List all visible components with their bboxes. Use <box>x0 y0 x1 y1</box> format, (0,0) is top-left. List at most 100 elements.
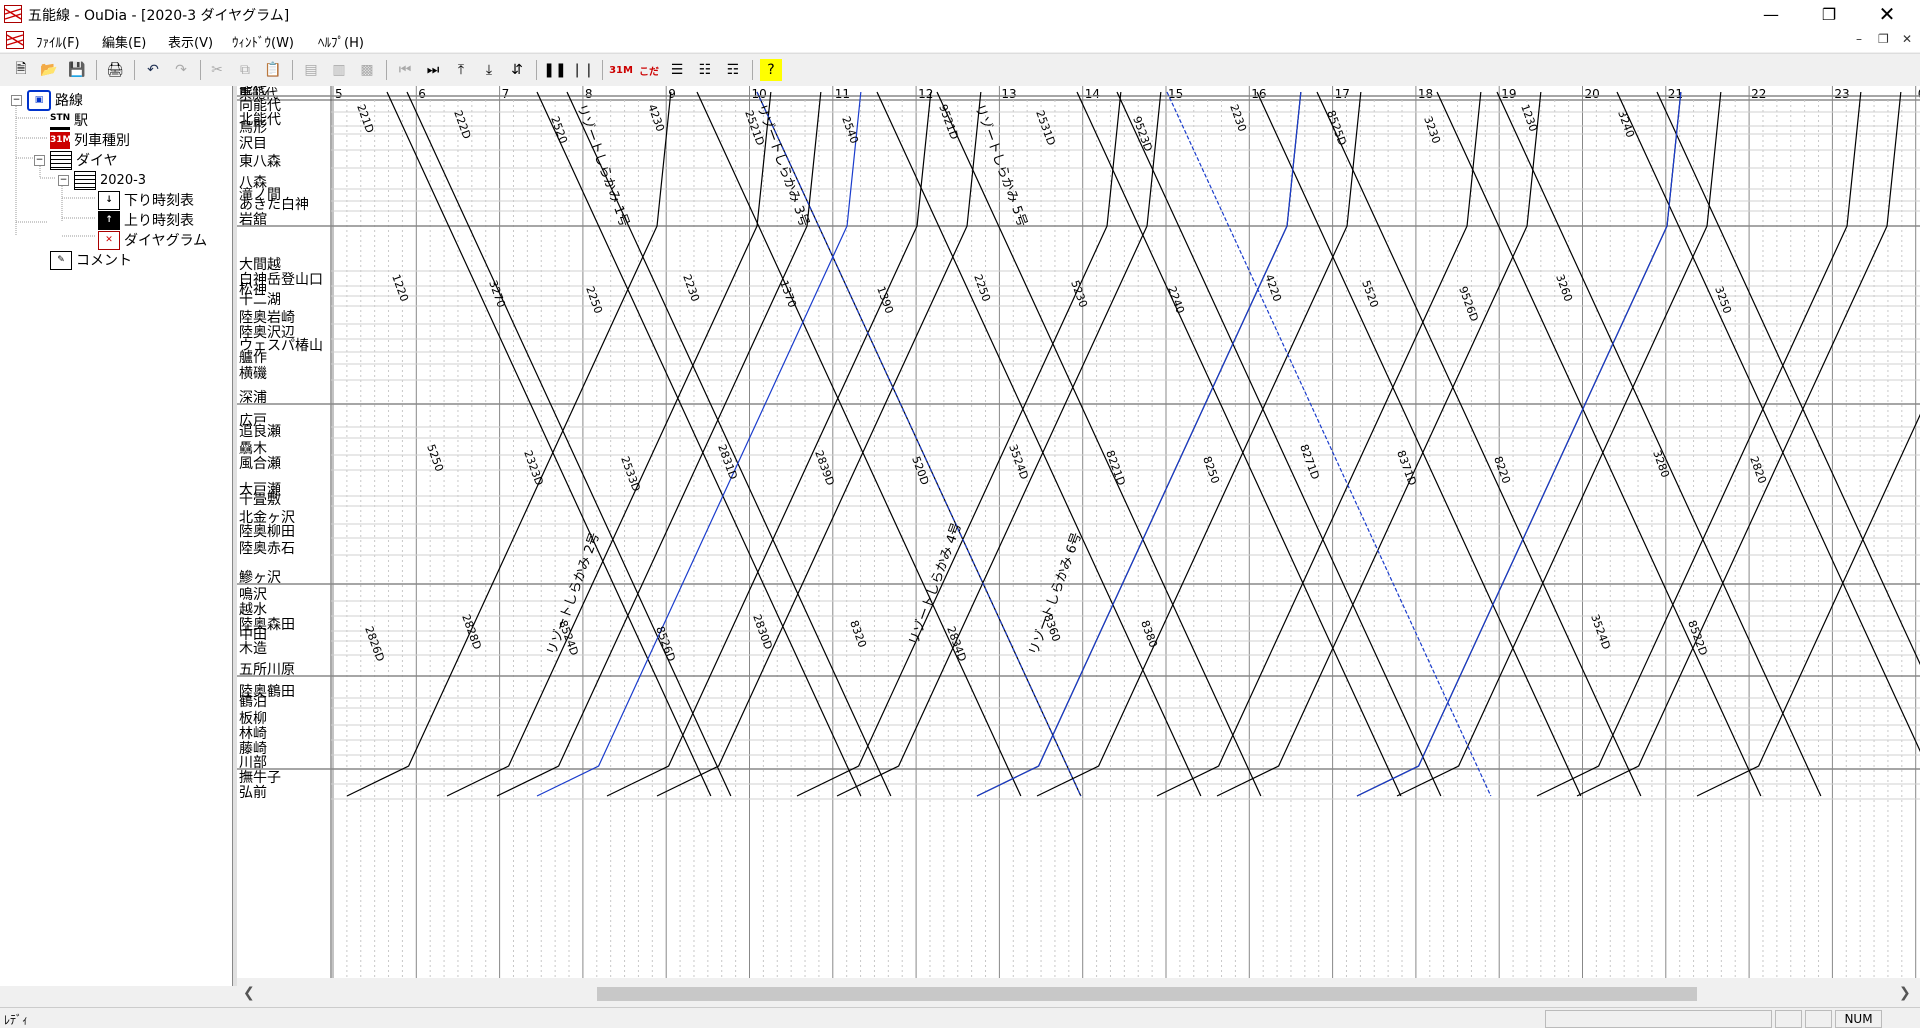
train-number-label: 1230 <box>1518 103 1540 134</box>
hour-label: 16 <box>1251 87 1266 101</box>
open-folder-icon[interactable]: 📂 <box>38 59 60 81</box>
menu-help[interactable]: ﾍﾙﾌﾟ(H) <box>318 32 364 51</box>
train-number-label: 520D <box>909 455 931 487</box>
document-icon[interactable] <box>6 31 24 49</box>
train-number-label: 3260 <box>1553 273 1575 304</box>
scroll-left-icon[interactable]: ❮ <box>243 985 255 1001</box>
hour-label: 14 <box>1085 87 1100 101</box>
zoom-in-vertical-icon[interactable]: ⤒ <box>450 59 472 81</box>
resort-train-label: リゾートしらかみ 3号 <box>753 102 811 229</box>
zoom-reset-vertical-icon[interactable]: ⇵ <box>506 59 528 81</box>
mdi-restore-icon[interactable]: ❐ <box>1878 32 1889 46</box>
zoom-in-horizontal-icon[interactable]: ❚❚ <box>543 59 566 81</box>
train-line <box>1696 413 1920 797</box>
delete-icon[interactable]: ▩ <box>356 59 378 81</box>
minimize-button[interactable]: — <box>1748 0 1794 28</box>
train-number-label: 1220 <box>389 273 411 304</box>
insert-col-icon[interactable]: ▥ <box>328 59 350 81</box>
window-title: 五能線 - OuDia - [2020-3 ダイヤグラム] <box>28 8 290 24</box>
tree-collapse-dia-2020[interactable]: − <box>58 175 69 186</box>
first-page-icon[interactable]: ⏮ <box>394 59 416 81</box>
tree-item-route[interactable]: ▣ 路線 <box>27 89 83 111</box>
train-number-label: 8221D <box>1103 449 1128 488</box>
menu-file[interactable]: ﾌｧｲﾙ(F) <box>36 32 80 51</box>
train-number-label: 221D <box>354 103 376 135</box>
train-number-label: 2323D <box>521 449 546 488</box>
train-number-label: 2230 <box>680 273 702 304</box>
train-number-label: 2826D <box>362 625 387 664</box>
insert-row-icon[interactable]: ▤ <box>300 59 322 81</box>
station-name: 陸奥岩崎 <box>239 309 295 326</box>
menu-edit[interactable]: 編集(E) <box>102 32 146 51</box>
train-number-label: 3524D <box>1588 613 1613 652</box>
tree-collapse-dia[interactable]: − <box>34 155 45 166</box>
zoom-out-horizontal-icon[interactable]: ❘❘ <box>571 59 594 81</box>
scroll-right-icon[interactable]: ❯ <box>1899 985 1911 1001</box>
hour-label: 22 <box>1751 87 1766 101</box>
station-name: 岩舘 <box>239 211 267 228</box>
up-trains-display-icon[interactable]: ☷ <box>694 59 716 81</box>
train-number-label: 8380 <box>1138 619 1160 650</box>
train-line <box>536 91 862 797</box>
station-name: 鶴泊 <box>239 693 267 710</box>
train-number-label: 2831D <box>715 443 740 482</box>
resort-train-label: リゾートしらかみ 1号 <box>573 102 631 229</box>
mdi-close-icon[interactable]: ✕ <box>1902 32 1912 46</box>
mdi-minimize-icon[interactable]: – <box>1856 32 1862 46</box>
last-page-icon[interactable]: ⏭ <box>422 59 444 81</box>
tree-collapse-route[interactable]: − <box>11 95 22 106</box>
cut-icon[interactable]: ✂ <box>206 59 228 81</box>
train-number-label: 3240 <box>1615 109 1637 140</box>
oudia-app-icon[interactable] <box>4 5 22 23</box>
train-diagram[interactable]: 東能代5678910111213141516171819202122230能代向… <box>237 86 1920 978</box>
train-number-label: 4220 <box>1262 273 1284 304</box>
print-icon[interactable]: 🖨 <box>104 59 126 81</box>
zoom-out-vertical-icon[interactable]: ⤓ <box>478 59 500 81</box>
train-line <box>1536 91 1862 797</box>
undo-icon[interactable]: ↶ <box>142 59 164 81</box>
tree-item-dia[interactable]: ダイヤ <box>50 150 118 170</box>
tree-item-station[interactable]: STN 駅 <box>50 110 88 130</box>
train-number-label: 8522D <box>1685 619 1710 658</box>
down-trains-display-icon[interactable]: ☰ <box>666 59 688 81</box>
train-number-label: 2830D <box>750 613 775 652</box>
comment-icon: ✎ <box>50 250 72 270</box>
tree-item-down-timetable[interactable]: ↓ 下り時刻表 <box>98 190 194 210</box>
help-icon[interactable]: ? <box>760 59 782 81</box>
tree-item-comment[interactable]: ✎ コメント <box>50 250 132 270</box>
train-number-label: 1370 <box>777 279 799 310</box>
menu-view[interactable]: 表示(V) <box>168 32 213 51</box>
train-number-label: 4230 <box>645 103 667 134</box>
tree-item-diagram[interactable]: ✕ ダイヤグラム <box>98 230 207 250</box>
train-number-label: 222D <box>451 109 473 141</box>
horizontal-scrollbar[interactable]: ❮ ❯ <box>237 982 1920 1006</box>
station-name: 能代 <box>239 86 267 98</box>
tree-item-train-type[interactable]: 31M 列車種別 <box>50 130 130 150</box>
hour-label: 17 <box>1335 87 1350 101</box>
tree-item-dia-2020-3[interactable]: 2020-3 <box>74 170 146 190</box>
menu-window[interactable]: ｳｨﾝﾄﾞｳ(W) <box>232 32 294 51</box>
hour-label: 20 <box>1585 87 1600 101</box>
train-type-icon: 31M <box>50 131 71 149</box>
train-number-label: 8271D <box>1297 443 1322 482</box>
close-button[interactable]: ✕ <box>1864 0 1910 28</box>
train-number-label: 3250 <box>1712 285 1734 316</box>
tree-item-up-timetable[interactable]: ↑ 上り時刻表 <box>98 210 194 230</box>
new-file-icon[interactable]: 🗎 <box>10 59 32 81</box>
hour-label: 18 <box>1418 87 1433 101</box>
station-name: 川部 <box>239 755 267 771</box>
train-number-label: 2533D <box>618 455 643 494</box>
train-line <box>976 91 1302 797</box>
train-name-display-icon[interactable]: こだ <box>638 59 660 81</box>
copy-icon[interactable]: ⧉ <box>234 59 256 81</box>
redo-icon[interactable]: ↷ <box>170 59 192 81</box>
save-icon[interactable]: 💾 <box>66 59 88 81</box>
restore-button[interactable]: ❐ <box>1806 0 1852 28</box>
train-number-label: 8320 <box>847 619 869 650</box>
paste-icon[interactable]: 📋 <box>262 59 284 81</box>
stop-marks-display-icon[interactable]: ☶ <box>722 59 744 81</box>
train-number-display-icon[interactable]: 31M <box>609 59 633 81</box>
scroll-thumb[interactable] <box>597 987 1697 1001</box>
station-name: 深浦 <box>239 390 267 406</box>
diagram-view[interactable]: 東能代5678910111213141516171819202122230能代向… <box>237 86 1920 978</box>
